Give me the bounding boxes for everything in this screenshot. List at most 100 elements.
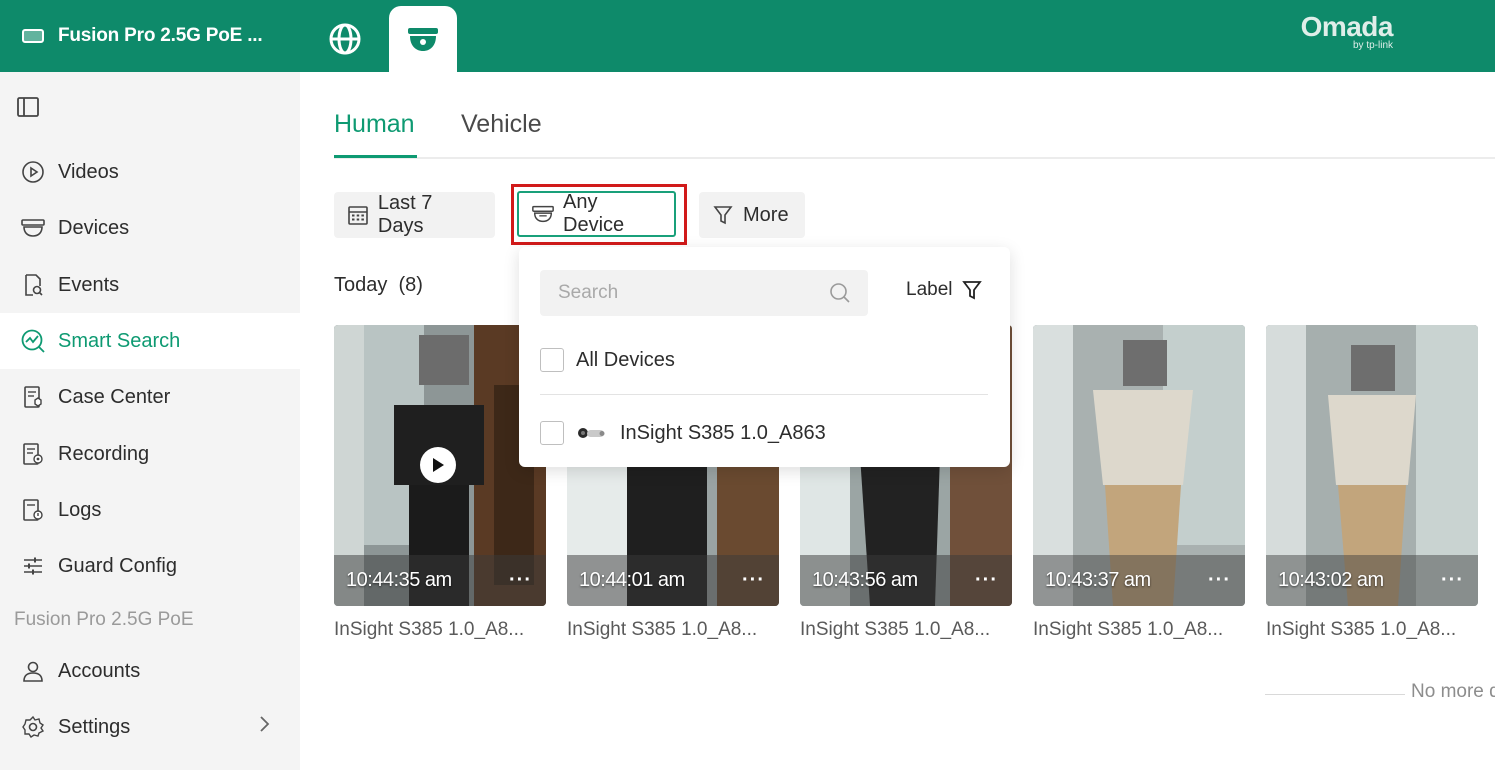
sidebar-item-accounts[interactable]: Accounts — [0, 643, 300, 699]
device-filter-button[interactable]: Any Device — [517, 191, 676, 237]
sidebar-item-label: Recording — [58, 442, 150, 465]
sidebar-item-devices[interactable]: Devices — [0, 200, 300, 256]
tab-vehicle[interactable]: Vehicle — [461, 110, 542, 139]
recording-icon — [20, 441, 46, 467]
case-icon — [20, 384, 46, 410]
device-search-input[interactable] — [558, 280, 818, 306]
surveillance-view-tab[interactable] — [389, 6, 457, 72]
more-filters-label: More — [743, 203, 789, 226]
sidebar-item-label: Settings — [58, 715, 131, 738]
brand-name: Omada — [1300, 11, 1394, 42]
filter-icon — [711, 203, 735, 227]
sidebar-item-label: Events — [58, 273, 120, 296]
clip-time: 10:44:01 am — [579, 569, 685, 591]
clip-time: 10:43:56 am — [812, 569, 918, 591]
chevron-right-icon — [258, 715, 270, 739]
clip-time: 10:43:37 am — [1045, 569, 1151, 591]
device-filter-dropdown: Label All Devices InSight S385 1.0_A863 — [519, 247, 1010, 467]
play-icon — [433, 458, 444, 472]
tab-human[interactable]: Human — [334, 110, 415, 139]
globe-icon — [329, 23, 361, 55]
clip-more-button[interactable]: ··· — [1208, 569, 1231, 592]
omada-logo: Omada by tp-link — [1300, 11, 1394, 52]
clip-more-button[interactable]: ··· — [1441, 569, 1464, 592]
play-button[interactable] — [420, 447, 456, 483]
calendar-icon — [346, 203, 370, 227]
camera-icon — [20, 215, 46, 241]
sidebar: Videos Devices Events Smart Search Case … — [0, 72, 300, 770]
filter-icon — [961, 281, 982, 300]
detection-type-tabs: Human Vehicle — [334, 108, 1495, 159]
label-filter-button[interactable]: Label — [906, 279, 983, 301]
clip-more-button[interactable]: ··· — [742, 569, 765, 592]
search-icon — [830, 283, 850, 303]
sliders-icon — [20, 553, 46, 579]
sidebar-collapse-button[interactable] — [16, 96, 40, 118]
sidebar-item-events[interactable]: Events — [0, 257, 300, 313]
more-filters-button[interactable]: More — [699, 192, 805, 238]
device-search-box — [540, 270, 868, 316]
sidebar-item-logs[interactable]: Logs — [0, 482, 300, 538]
clip-device-name: InSight S385 1.0_A8... — [334, 619, 525, 640]
sidebar-item-label: Accounts — [58, 659, 141, 682]
date-range-label: Last 7 Days — [377, 192, 433, 237]
sidebar-item-label: Case Center — [58, 385, 171, 408]
site-selector[interactable]: Fusion Pro 2.5G PoE ... — [22, 20, 263, 52]
user-icon — [20, 658, 46, 684]
sidebar-item-label: Videos — [58, 160, 119, 183]
event-search-icon — [20, 272, 46, 298]
clip-device-name: InSight S385 1.0_A8... — [1266, 619, 1457, 640]
sidebar-item-label: Guard Config — [58, 554, 177, 577]
sidebar-item-videos[interactable]: Videos — [0, 144, 300, 200]
play-circle-icon — [20, 159, 46, 185]
sidebar-item-case-center[interactable]: Case Center — [0, 369, 300, 425]
end-divider — [1265, 694, 1405, 695]
all-devices-label: All Devices — [576, 348, 675, 371]
dropdown-divider — [540, 394, 988, 395]
network-view-button[interactable] — [326, 20, 364, 58]
clip-card[interactable]: 10:43:37 am ··· — [1033, 325, 1245, 606]
device-checkbox[interactable] — [540, 421, 564, 445]
gateway-device-icon — [22, 29, 44, 43]
sidebar-item-label: Logs — [58, 498, 102, 521]
clip-device-name: InSight S385 1.0_A8... — [800, 619, 991, 640]
sidebar-item-guard-config[interactable]: Guard Config — [0, 538, 300, 594]
today-group-header: Today (8) — [334, 274, 423, 297]
clip-more-button[interactable]: ··· — [975, 569, 998, 592]
clip-device-name: InSight S385 1.0_A8... — [567, 619, 758, 640]
sidebar-item-label: Smart Search — [58, 329, 181, 352]
no-more-text: No more d — [1411, 681, 1495, 702]
clip-thumbnail — [1033, 325, 1245, 606]
today-count: (8) — [398, 274, 423, 296]
sidebar-item-recording[interactable]: Recording — [0, 426, 300, 482]
label-filter-text: Label — [906, 279, 953, 300]
clip-thumbnail — [1266, 325, 1478, 606]
site-name: Fusion Pro 2.5G PoE ... — [58, 25, 263, 46]
sidebar-item-label: Devices — [58, 216, 130, 239]
sidebar-item-smart-search[interactable]: Smart Search — [0, 313, 300, 369]
camera-dome-icon — [408, 28, 438, 51]
clip-more-button[interactable]: ··· — [509, 569, 532, 592]
clip-card[interactable]: 10:43:02 am ··· — [1266, 325, 1478, 606]
panel-collapse-icon — [17, 97, 39, 117]
smart-search-icon — [20, 328, 46, 354]
date-range-button[interactable]: Last 7 Days — [334, 192, 495, 238]
all-devices-option[interactable]: All Devices — [540, 345, 675, 375]
all-devices-checkbox[interactable] — [540, 348, 564, 372]
device-option-label: InSight S385 1.0_A863 — [620, 421, 826, 444]
bullet-camera-icon — [578, 428, 605, 438]
top-bar: Fusion Pro 2.5G PoE ... Omada by tp-link — [0, 0, 1495, 72]
clip-time: 10:44:35 am — [346, 569, 452, 591]
device-option[interactable]: InSight S385 1.0_A863 — [540, 418, 826, 448]
active-tab-indicator — [334, 155, 417, 158]
clip-device-name: InSight S385 1.0_A8... — [1033, 619, 1224, 640]
clip-card[interactable]: 10:44:35 am ··· — [334, 325, 546, 606]
device-filter-label: Any Device — [563, 191, 625, 236]
sidebar-section-title: Fusion Pro 2.5G PoE — [14, 609, 194, 630]
clip-time: 10:43:02 am — [1278, 569, 1384, 591]
camera-icon — [531, 202, 555, 226]
gear-icon — [20, 714, 46, 740]
today-label: Today — [334, 274, 388, 296]
sidebar-item-settings[interactable]: Settings — [0, 699, 300, 755]
logs-icon — [20, 497, 46, 523]
